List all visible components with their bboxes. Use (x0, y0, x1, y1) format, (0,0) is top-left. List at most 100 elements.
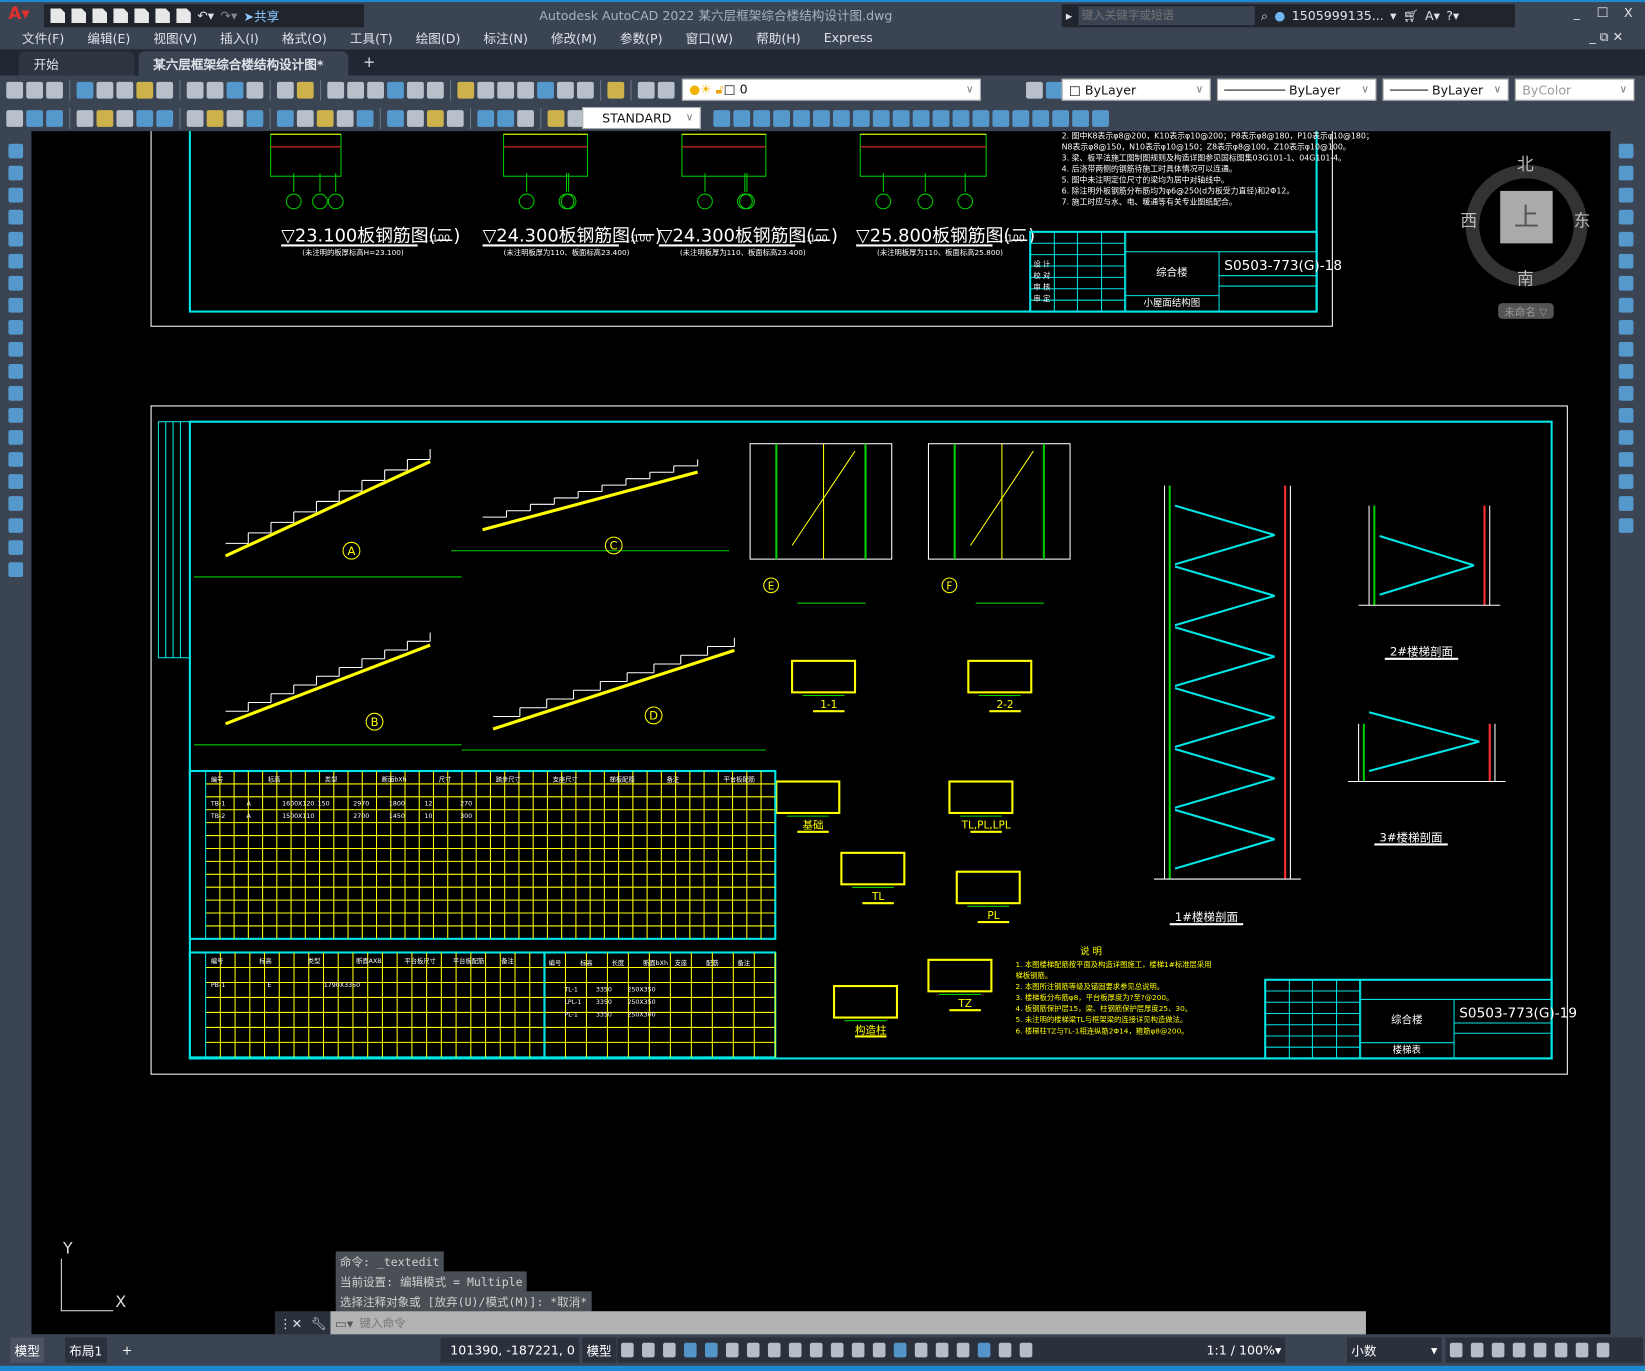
toolbar-tool-icon[interactable] (912, 109, 930, 127)
toolbar-tool-icon[interactable] (477, 109, 495, 127)
print-icon[interactable] (176, 8, 191, 24)
tool-icon[interactable] (8, 253, 24, 269)
model-space-button[interactable]: 模型 (582, 1337, 616, 1363)
toolbar-tool-icon[interactable] (96, 109, 114, 127)
toolbar-tool-icon[interactable] (186, 109, 204, 127)
tool-icon[interactable] (1618, 275, 1634, 291)
tool-icon[interactable] (1618, 341, 1634, 357)
close-button[interactable]: X (1624, 5, 1633, 20)
status-toggle-icon[interactable] (725, 1342, 739, 1358)
add-layout-button[interactable]: + (117, 1337, 136, 1362)
tool-icon[interactable] (1618, 231, 1634, 247)
toolbar-tool-icon[interactable] (347, 81, 365, 99)
tool-icon[interactable] (1618, 209, 1634, 225)
layout-tab-layout1[interactable]: 布局1 (65, 1337, 107, 1363)
save-as-icon[interactable] (113, 8, 128, 24)
toolbar-tool-icon[interactable] (892, 109, 910, 127)
annotation-scale[interactable]: 1:1 / 100% ▾ (1202, 1337, 1286, 1363)
color-dropdown[interactable]: □ ByLayer ∨ (1061, 78, 1211, 101)
status-toggle-icon[interactable] (998, 1342, 1012, 1358)
menu-item[interactable]: 工具(T) (338, 29, 404, 47)
tool-icon[interactable] (8, 364, 24, 379)
help-icon[interactable]: ?▾ (1446, 8, 1459, 23)
toolbar-tool-icon[interactable] (46, 109, 63, 127)
toolbar-tool-icon[interactable] (387, 81, 404, 99)
tool-icon[interactable] (8, 319, 24, 335)
toolbar-tool-icon[interactable] (517, 109, 534, 127)
tool-icon[interactable] (8, 386, 24, 401)
toolbar-tool-icon[interactable] (206, 109, 224, 127)
autocad-logo-icon[interactable]: A▾ (8, 3, 29, 23)
menu-item[interactable]: 修改(M) (539, 29, 608, 47)
toolbar-tool-icon[interactable] (1032, 109, 1050, 127)
menu-item[interactable]: 标注(N) (472, 29, 540, 47)
toolbar-tool-icon[interactable] (517, 81, 534, 99)
status-toggle-icon[interactable] (704, 1342, 718, 1358)
status-toggle-icon[interactable] (663, 1342, 676, 1358)
doc-window-controls[interactable]: _ ⧉ ✕ (1589, 29, 1623, 45)
status-toggle-icon[interactable] (642, 1342, 655, 1358)
status-toggle-icon[interactable] (1512, 1342, 1526, 1358)
toolbar-tool-icon[interactable] (753, 109, 771, 127)
toolbar-tool-icon[interactable] (577, 81, 594, 99)
toolbar-tool-icon[interactable] (813, 109, 830, 127)
toolbar-tool-icon[interactable] (327, 81, 345, 99)
search-icon[interactable]: ⌕ (1261, 8, 1268, 24)
status-right-icons[interactable] (1445, 1337, 1643, 1363)
toolbar-tool-icon[interactable] (852, 109, 870, 127)
toolbar-tool-icon[interactable] (276, 109, 294, 127)
toolbar-tool-icon[interactable] (733, 109, 751, 127)
status-toggle-icon[interactable] (684, 1342, 697, 1358)
tool-icon[interactable] (1618, 143, 1634, 159)
tool-icon[interactable] (1618, 496, 1634, 511)
toolbar-tool-icon[interactable] (186, 81, 204, 99)
tool-icon[interactable] (8, 297, 24, 313)
tool-icon[interactable] (1618, 187, 1634, 203)
toolbar-tool-icon[interactable] (226, 109, 244, 127)
status-toggle-icon[interactable] (1533, 1342, 1547, 1358)
menu-item[interactable]: 帮助(H) (745, 29, 813, 47)
cart-icon[interactable]: 🛒︎ (1403, 8, 1419, 23)
toolbar-tool-icon[interactable] (407, 81, 424, 99)
status-toggles[interactable] (616, 1337, 1205, 1363)
toolbar-tool-icon[interactable] (206, 81, 224, 99)
tool-icon[interactable] (8, 408, 24, 423)
tool-icon[interactable] (8, 496, 24, 511)
toolbar-tool-icon[interactable] (26, 109, 44, 127)
compass-north[interactable]: 北 (1517, 150, 1534, 175)
ucs-menu[interactable]: 未命名 ▽ (1498, 303, 1554, 319)
tool-icon[interactable] (8, 231, 24, 247)
toolbar-tool-icon[interactable] (336, 109, 354, 127)
compass-east[interactable]: 东 (1574, 207, 1591, 232)
new-tab-button[interactable]: + (363, 55, 375, 72)
menu-item[interactable]: 视图(V) (142, 29, 209, 47)
toolbar-tool-icon[interactable] (773, 109, 790, 127)
drawing-canvas[interactable]: ▽23.100板钢筋图(二) 1:100 (未注明的板厚标高H=23.100) ▽24… (31, 114, 1611, 1335)
status-toggle-icon[interactable] (935, 1342, 949, 1358)
toolbar-tool-icon[interactable] (1072, 109, 1089, 127)
menu-item[interactable]: 插入(I) (209, 29, 271, 47)
search-input[interactable] (1078, 6, 1255, 26)
toolbar-tool-icon[interactable] (832, 109, 850, 127)
toolbar-tool-icon[interactable] (1052, 109, 1070, 127)
minimize-button[interactable]: _ (1574, 5, 1580, 20)
tool-icon[interactable] (1618, 297, 1634, 313)
tool-icon[interactable] (1618, 364, 1634, 379)
tool-icon[interactable] (8, 540, 24, 555)
tab-start[interactable]: 开始 (18, 51, 135, 76)
tool-icon[interactable] (1618, 165, 1634, 181)
textstyle-dropdown[interactable]: STANDARD ∨ (582, 106, 701, 130)
customize-icon[interactable]: 🔧︎ (306, 1316, 330, 1331)
command-prompt-icon[interactable]: ▭▾ (335, 1316, 353, 1331)
toolbar-tool-icon[interactable] (872, 109, 890, 127)
menu-item[interactable]: Express (812, 30, 884, 45)
close-command-icon[interactable]: ⋮✕ (275, 1316, 307, 1331)
toolbar-tool-icon[interactable] (497, 109, 515, 127)
tool-icon[interactable] (8, 518, 24, 533)
redo-icon[interactable]: ↷▾ (220, 8, 237, 23)
toolbar-tool-icon[interactable] (6, 109, 24, 127)
tool-icon[interactable] (8, 341, 24, 357)
toolbar-tool-icon[interactable] (446, 109, 464, 127)
menu-item[interactable]: 窗口(W) (674, 29, 745, 47)
toolbar-tool-icon[interactable] (367, 81, 384, 99)
